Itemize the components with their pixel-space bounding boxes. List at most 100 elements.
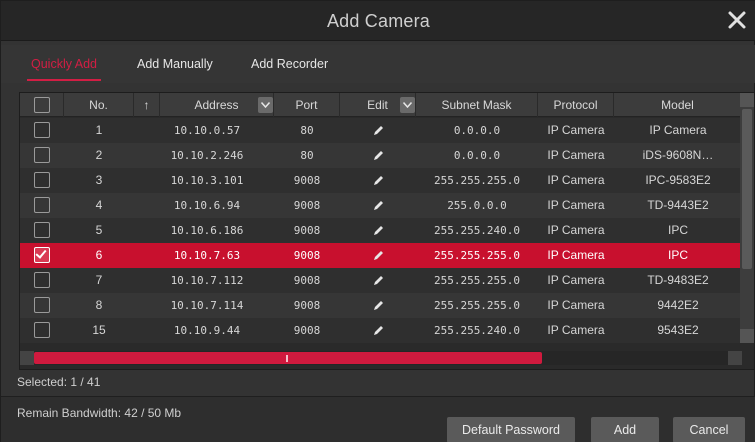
row-checkbox[interactable] <box>34 147 50 163</box>
cell-protocol: IP Camera <box>547 173 605 187</box>
cell-port: 9008 <box>293 249 321 262</box>
cell-port: 9008 <box>293 174 321 187</box>
add-camera-dialog: Add Camera Quickly Add Add Manually Add … <box>0 0 755 442</box>
cell-protocol: IP Camera <box>547 248 605 262</box>
table-row[interactable]: 8 10.10.7.114 9008 255.255.255.0 IP Camera 94… <box>20 293 742 318</box>
row-checkbox[interactable] <box>34 322 50 338</box>
table-row[interactable]: 3 10.10.3.101 9008 255.255.255.0 IP Camera IP… <box>20 168 742 193</box>
edit-icon[interactable] <box>340 268 416 293</box>
cell-model: IPC <box>667 223 688 237</box>
tab-add-manually[interactable]: Add Manually <box>137 57 213 71</box>
cell-address: 10.10.6.186 <box>170 224 244 237</box>
cell-port: 80 <box>300 124 314 137</box>
cell-model: IP Camera <box>649 123 707 137</box>
table-row[interactable]: 6 10.10.7.63 9008 255.255.255.0 IP Camera IPC <box>20 243 742 268</box>
scroll-right-arrow-icon[interactable] <box>728 351 742 365</box>
cell-subnet: 255.255.255.0 <box>433 249 521 262</box>
cell-port: 9008 <box>293 299 321 312</box>
edit-icon[interactable] <box>340 143 416 168</box>
vertical-scroll-thumb[interactable] <box>742 109 752 269</box>
table-row[interactable]: 7 10.10.7.112 9008 255.255.255.0 IP Camera TD… <box>20 268 742 293</box>
column-header-no[interactable]: No. <box>64 93 134 117</box>
cell-protocol: IP Camera <box>547 198 605 212</box>
pencil-icon <box>373 251 383 261</box>
default-password-button[interactable]: Default Password <box>447 417 575 442</box>
column-header-subnet-mask[interactable]: Subnet Mask <box>416 93 538 117</box>
row-checkbox[interactable] <box>34 272 50 288</box>
address-filter-dropdown[interactable] <box>258 97 273 113</box>
row-checkbox[interactable] <box>34 197 50 213</box>
edit-filter-dropdown[interactable] <box>400 97 415 113</box>
edit-icon[interactable] <box>340 168 416 193</box>
sort-arrow-icon[interactable]: ↑ <box>134 93 160 117</box>
cell-no: 15 <box>92 323 106 337</box>
title-bar: Add Camera <box>1 1 755 41</box>
cell-protocol: IP Camera <box>547 148 605 162</box>
table-row[interactable]: 5 10.10.6.186 9008 255.255.240.0 IP Camera IP… <box>20 218 742 243</box>
pencil-icon <box>373 126 383 136</box>
row-checkbox-cell <box>20 193 64 218</box>
cell-address: 10.10.0.57 <box>173 124 241 137</box>
tab-add-recorder[interactable]: Add Recorder <box>251 57 328 71</box>
cancel-button[interactable]: Cancel <box>673 417 745 442</box>
scroll-left-arrow-icon[interactable] <box>20 351 34 365</box>
tab-quickly-add[interactable]: Quickly Add <box>26 57 102 81</box>
dialog-title: Add Camera <box>326 11 431 31</box>
table-row[interactable]: 1 10.10.0.57 80 0.0.0.0 IP Camera IP Camera <box>20 118 742 143</box>
column-header-edit[interactable]: Edit <box>340 93 416 117</box>
cell-subnet: 255.255.255.0 <box>433 174 521 187</box>
cell-protocol: IP Camera <box>547 223 605 237</box>
horizontal-scroll-thumb[interactable] <box>34 352 542 364</box>
edit-icon[interactable] <box>340 243 416 268</box>
cell-model: IPC <box>667 248 688 262</box>
cell-address: 10.10.7.63 <box>173 249 241 262</box>
row-checkbox-cell <box>20 143 64 168</box>
cell-port: 9008 <box>293 199 321 212</box>
edit-icon[interactable] <box>340 318 416 343</box>
cell-subnet: 255.0.0.0 <box>447 199 507 212</box>
pencil-icon <box>373 201 383 211</box>
table-row[interactable]: 4 10.10.6.94 9008 255.0.0.0 IP Camera TD-9443… <box>20 193 742 218</box>
horizontal-scrollbar[interactable] <box>20 351 742 365</box>
camera-table: No. ↑ Address Port Edit Subnet Mask Prot… <box>19 92 755 370</box>
add-button[interactable]: Add <box>591 417 659 442</box>
edit-icon[interactable] <box>340 118 416 143</box>
table-row[interactable]: 2 10.10.2.246 80 0.0.0.0 IP Camera iDS-9608N… <box>20 143 742 168</box>
row-checkbox[interactable] <box>34 122 50 138</box>
selected-count: Selected: 1 / 41 <box>17 375 101 389</box>
scroll-up-arrow-icon[interactable] <box>740 93 754 107</box>
edit-icon[interactable] <box>340 193 416 218</box>
cell-no: 3 <box>95 173 103 187</box>
chevron-down-icon <box>403 102 412 108</box>
address-header-label: Address <box>194 98 239 112</box>
row-checkbox-cell <box>20 168 64 193</box>
select-all-checkbox[interactable] <box>34 97 50 113</box>
row-checkbox[interactable] <box>34 297 50 313</box>
row-checkbox[interactable] <box>34 247 50 263</box>
scroll-down-arrow-icon[interactable] <box>740 329 754 343</box>
pencil-icon <box>373 226 383 236</box>
table-row[interactable]: 15 10.10.9.44 9008 255.255.240.0 IP Camera 95… <box>20 318 742 343</box>
row-checkbox-cell <box>20 243 64 268</box>
close-button[interactable] <box>726 9 748 31</box>
cell-port: 9008 <box>293 224 321 237</box>
column-header-protocol[interactable]: Protocol <box>538 93 614 117</box>
cell-no: 6 <box>95 248 103 262</box>
cell-subnet: 255.255.240.0 <box>433 224 521 237</box>
cell-protocol: IP Camera <box>547 273 605 287</box>
column-header-port[interactable]: Port <box>274 93 340 117</box>
edit-icon[interactable] <box>340 218 416 243</box>
vertical-scrollbar[interactable] <box>740 93 754 343</box>
row-checkbox[interactable] <box>34 172 50 188</box>
cell-subnet: 0.0.0.0 <box>453 149 501 162</box>
cell-no: 5 <box>95 223 103 237</box>
cell-address: 10.10.2.246 <box>170 149 244 162</box>
cell-subnet: 255.255.255.0 <box>433 274 521 287</box>
column-header-address[interactable]: Address <box>160 93 274 117</box>
cell-model: TD-9483E2 <box>647 273 709 287</box>
column-header-model[interactable]: Model <box>614 93 742 117</box>
edit-icon[interactable] <box>340 293 416 318</box>
row-checkbox[interactable] <box>34 222 50 238</box>
cell-no: 2 <box>95 148 103 162</box>
footer: Remain Bandwidth: 42 / 50 Mb Default Pas… <box>1 396 755 442</box>
